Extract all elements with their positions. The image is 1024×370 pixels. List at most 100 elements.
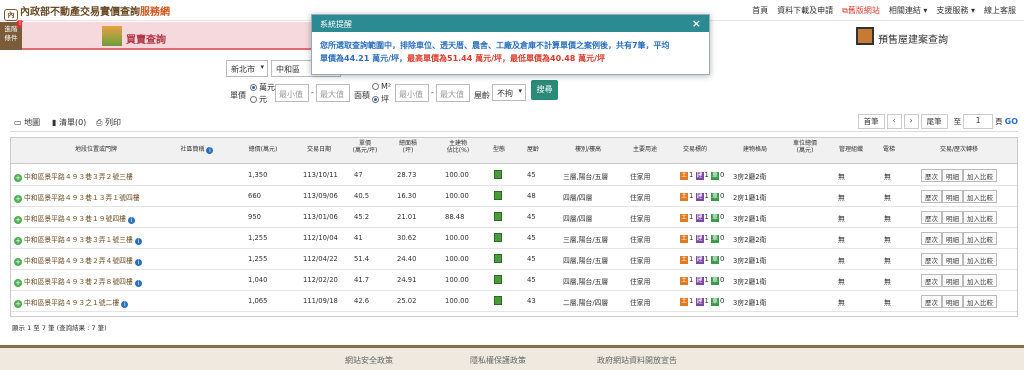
nav-support[interactable]: 支援服務 ▾ — [936, 5, 975, 16]
price-unit-yuan-radio[interactable]: 元 — [250, 94, 267, 105]
col-unit-price[interactable]: 單價 (萬元/坪) — [347, 140, 383, 154]
area-max-input[interactable]: 最大值 — [436, 84, 470, 102]
price-min-input[interactable]: 最小值 — [275, 84, 309, 102]
table-row[interactable]: + 中和區景平路４９３巷３弄２號三樓 1,350 113/10/11 47 28.73 10… — [11, 165, 1017, 186]
table-row[interactable]: + 中和區景平路４９３巷１９號四樓 i 950 113/01/06 45.2 21.01 8… — [11, 207, 1017, 228]
address-cell[interactable]: + 中和區景平路４９３巷１９號四樓 i — [14, 213, 136, 224]
print-button[interactable]: ⎙ 列印 — [96, 117, 121, 128]
history-button[interactable]: 歷次 — [921, 295, 942, 308]
prev-page-button[interactable]: ‹ — [886, 114, 902, 129]
document-icon[interactable] — [494, 170, 502, 179]
document-icon[interactable] — [494, 191, 502, 200]
site-logo[interactable]: 內內政部不動產交易實價查詢服務網 — [4, 3, 170, 21]
history-button[interactable]: 歷次 — [921, 190, 942, 203]
nav-support-online[interactable]: 線上客服 — [984, 5, 1016, 16]
detail-button[interactable]: 明細 — [942, 211, 963, 224]
nav-links[interactable]: 相關連結 ▾ — [889, 5, 928, 16]
footer-open-data-link[interactable]: 政府網站資料開放宣告 — [597, 355, 677, 366]
info-icon[interactable]: i — [134, 280, 142, 287]
col-target[interactable]: 交易標的 — [675, 146, 715, 153]
expand-icon[interactable]: + — [14, 300, 22, 308]
address-cell[interactable]: + 中和區景平路４９３巷２弄４號四樓 i — [14, 255, 142, 266]
col-parking-price[interactable]: 車位總價 (萬元) — [787, 140, 823, 154]
expand-icon[interactable]: + — [14, 216, 22, 224]
tab-buy-query[interactable]: 買賣查詢 — [22, 22, 312, 50]
col-type[interactable]: 型態 — [487, 146, 511, 153]
table-row[interactable]: + 中和區景平路４９３巷２弄８號四樓 i 1,040 112/02/20 41.7 24.… — [11, 270, 1017, 291]
history-button[interactable]: 歷次 — [921, 232, 942, 245]
history-button[interactable]: 歷次 — [921, 211, 942, 224]
close-icon[interactable]: × — [692, 17, 701, 30]
expand-icon[interactable]: + — [14, 279, 22, 287]
address-cell[interactable]: + 中和區景平路４９３之１號二樓 i — [14, 297, 129, 308]
document-icon[interactable] — [494, 296, 502, 305]
history-button[interactable]: 歷次 — [921, 169, 942, 182]
col-management[interactable]: 管理組織 — [833, 146, 869, 153]
document-icon[interactable] — [494, 233, 502, 242]
footer-privacy-link[interactable]: 隱私權保護政策 — [470, 355, 526, 366]
history-button[interactable]: 歷次 — [921, 274, 942, 287]
document-icon[interactable] — [494, 254, 502, 263]
col-age[interactable]: 屋齡 — [521, 146, 545, 153]
detail-button[interactable]: 明細 — [942, 169, 963, 182]
next-page-button[interactable]: › — [903, 114, 919, 129]
info-icon[interactable]: i — [128, 217, 136, 224]
address-cell[interactable]: + 中和區景平路４９３巷３弄１號三樓 i — [14, 234, 142, 245]
document-icon[interactable] — [494, 212, 502, 221]
search-button[interactable]: 搜尋 — [531, 80, 558, 100]
info-icon[interactable]: i — [121, 301, 129, 308]
last-page-button[interactable]: 尾筆 — [920, 114, 948, 129]
add-compare-button[interactable]: 加入比較 — [963, 211, 997, 224]
info-icon[interactable]: i — [134, 259, 142, 266]
col-elevator[interactable]: 電梯 — [877, 146, 901, 153]
detail-button[interactable]: 明細 — [942, 232, 963, 245]
info-icon[interactable]: i — [134, 238, 142, 245]
history-button[interactable]: 歷次 — [921, 253, 942, 266]
expand-icon[interactable]: + — [14, 195, 22, 203]
detail-button[interactable]: 明細 — [942, 295, 963, 308]
document-icon[interactable] — [494, 275, 502, 284]
col-layout[interactable]: 建物格局 — [733, 146, 777, 153]
advanced-conditions-tab[interactable]: 進階條件! — [0, 20, 24, 50]
nav-download[interactable]: 資料下載及申請 — [777, 5, 833, 16]
col-area[interactable]: 總面積 (坪) — [393, 140, 423, 154]
price-max-input[interactable]: 最大值 — [316, 84, 350, 102]
expand-icon[interactable]: + — [14, 258, 22, 266]
address-cell[interactable]: + 中和區景平路４９３巷２弄８號四樓 i — [14, 276, 142, 287]
nav-home[interactable]: 首頁 — [752, 5, 768, 16]
col-total-price[interactable]: 總價(萬元) — [243, 146, 283, 153]
col-address[interactable]: 地段位置或門牌 — [31, 146, 161, 153]
add-compare-button[interactable]: 加入比較 — [963, 274, 997, 287]
age-select[interactable]: 不拘 ▾ — [492, 84, 526, 101]
col-floor[interactable]: 樓別/樓高 — [563, 146, 613, 153]
area-unit-ping-radio[interactable]: 坪 — [372, 94, 389, 105]
page-input[interactable]: 1 — [963, 114, 994, 129]
table-row[interactable]: + 中和區景平路４９３之１號二樓 i 1,065 111/09/18 42.6 25.02… — [11, 291, 1017, 312]
detail-button[interactable]: 明細 — [942, 253, 963, 266]
detail-button[interactable]: 明細 — [942, 190, 963, 203]
add-compare-button[interactable]: 加入比較 — [963, 295, 997, 308]
area-min-input[interactable]: 最小值 — [395, 84, 429, 102]
price-unit-wan-radio[interactable]: 萬元 — [250, 82, 275, 93]
add-compare-button[interactable]: 加入比較 — [963, 232, 997, 245]
tab-presale-query[interactable]: 預售屋建案查詢 — [710, 22, 1024, 50]
footer-security-link[interactable]: 網站安全政策 — [345, 355, 393, 366]
detail-button[interactable]: 明細 — [942, 274, 963, 287]
first-page-button[interactable]: 首筆 — [857, 114, 885, 129]
city-select[interactable]: 新北市 ▾ — [226, 60, 268, 77]
area-unit-m2-radio[interactable]: M² — [372, 82, 391, 91]
col-community[interactable]: 社區簡稱 i — [177, 146, 217, 154]
go-button[interactable]: GO — [1005, 117, 1018, 126]
list-count-button[interactable]: ▮ 清單(0) — [52, 117, 86, 128]
table-row[interactable]: + 中和區景平路４９３巷２弄４號四樓 i 1,255 112/04/22 51.4 24.… — [11, 249, 1017, 270]
add-compare-button[interactable]: 加入比較 — [963, 190, 997, 203]
info-icon[interactable]: i — [206, 147, 214, 154]
address-cell[interactable]: + 中和區景平路４９３巷１３弄１號四樓 — [14, 192, 140, 203]
add-compare-button[interactable]: 加入比較 — [963, 169, 997, 182]
nav-old-site[interactable]: ⧉舊版網站 — [842, 5, 880, 16]
table-row[interactable]: + 中和區景平路４９３巷１３弄１號四樓 660 113/09/06 40.5 16.30 1… — [11, 186, 1017, 207]
expand-icon[interactable]: + — [14, 237, 22, 245]
add-compare-button[interactable]: 加入比較 — [963, 253, 997, 266]
col-usage[interactable]: 主要用途 — [625, 146, 665, 153]
table-row[interactable]: + 中和區景平路４９３巷３弄１號三樓 i 1,255 112/10/04 41 30.62… — [11, 228, 1017, 249]
